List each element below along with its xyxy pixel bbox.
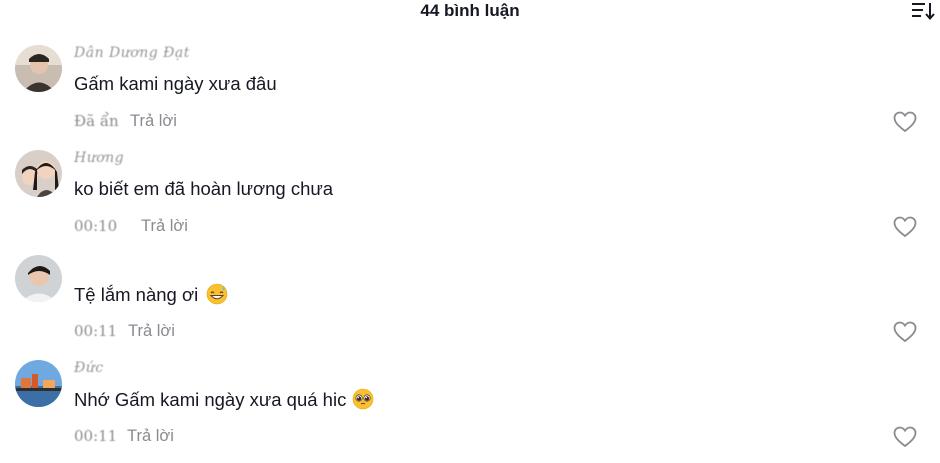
pleading-face-emoji [353, 388, 374, 410]
comment-time: Đã ẩn [74, 112, 119, 130]
avatar[interactable] [15, 45, 62, 92]
comment-count-title: 44 bình luận [420, 1, 520, 20]
comments-header: 44 bình luận [0, 0, 940, 26]
reply-button[interactable]: Trả lời [141, 217, 188, 236]
reply-button[interactable]: Trả lời [127, 427, 174, 446]
heart-outline-icon [893, 321, 917, 343]
comment-time: 00:11 [74, 322, 118, 340]
heart-outline-icon [893, 111, 917, 133]
reply-button[interactable]: Trả lời [128, 322, 175, 341]
sort-icon [912, 3, 935, 21]
comment-text: ko biết em đã hoàn lương chưa [74, 178, 334, 199]
grinning-sweat-emoji [207, 283, 228, 305]
comment-text-content: Nhớ Gấm kami ngày xưa quá hic [74, 389, 347, 410]
comment-item: Hương ko biết em đã hoàn lương chưa 00:1… [0, 150, 940, 250]
comment-text: Gấm kami ngày xưa đâu [74, 73, 277, 94]
heart-outline-icon [893, 426, 917, 448]
avatar[interactable] [15, 255, 62, 302]
avatar[interactable] [15, 360, 62, 407]
comment-text: Tệ lắm nàng ơi [74, 283, 228, 306]
comment-text-content: Tệ lắm nàng ơi [74, 284, 199, 305]
avatar[interactable] [15, 150, 62, 197]
comment-item: Tệ lắm nàng ơi 00:11 Trả lời [0, 255, 940, 355]
like-button[interactable] [892, 425, 918, 449]
reply-button[interactable]: Trả lời [130, 112, 177, 131]
comment-username[interactable]: Đức [74, 360, 104, 376]
sort-button[interactable] [910, 0, 936, 22]
comment-time: 00:10 [74, 217, 118, 235]
heart-outline-icon [893, 216, 917, 238]
comment-item: Dân Dương Đạt Gấm kami ngày xưa đâu Đã ẩ… [0, 45, 940, 145]
comment-time: 00:11 [74, 427, 118, 445]
like-button[interactable] [892, 110, 918, 134]
comment-item: Đức Nhớ Gấm kami ngày xưa quá hic 00:11 … [0, 360, 940, 460]
like-button[interactable] [892, 215, 918, 239]
like-button[interactable] [892, 320, 918, 344]
comment-username[interactable]: Hương [74, 150, 124, 166]
comment-text: Nhớ Gấm kami ngày xưa quá hic [74, 388, 374, 411]
comment-username[interactable]: Dân Dương Đạt [74, 45, 190, 61]
